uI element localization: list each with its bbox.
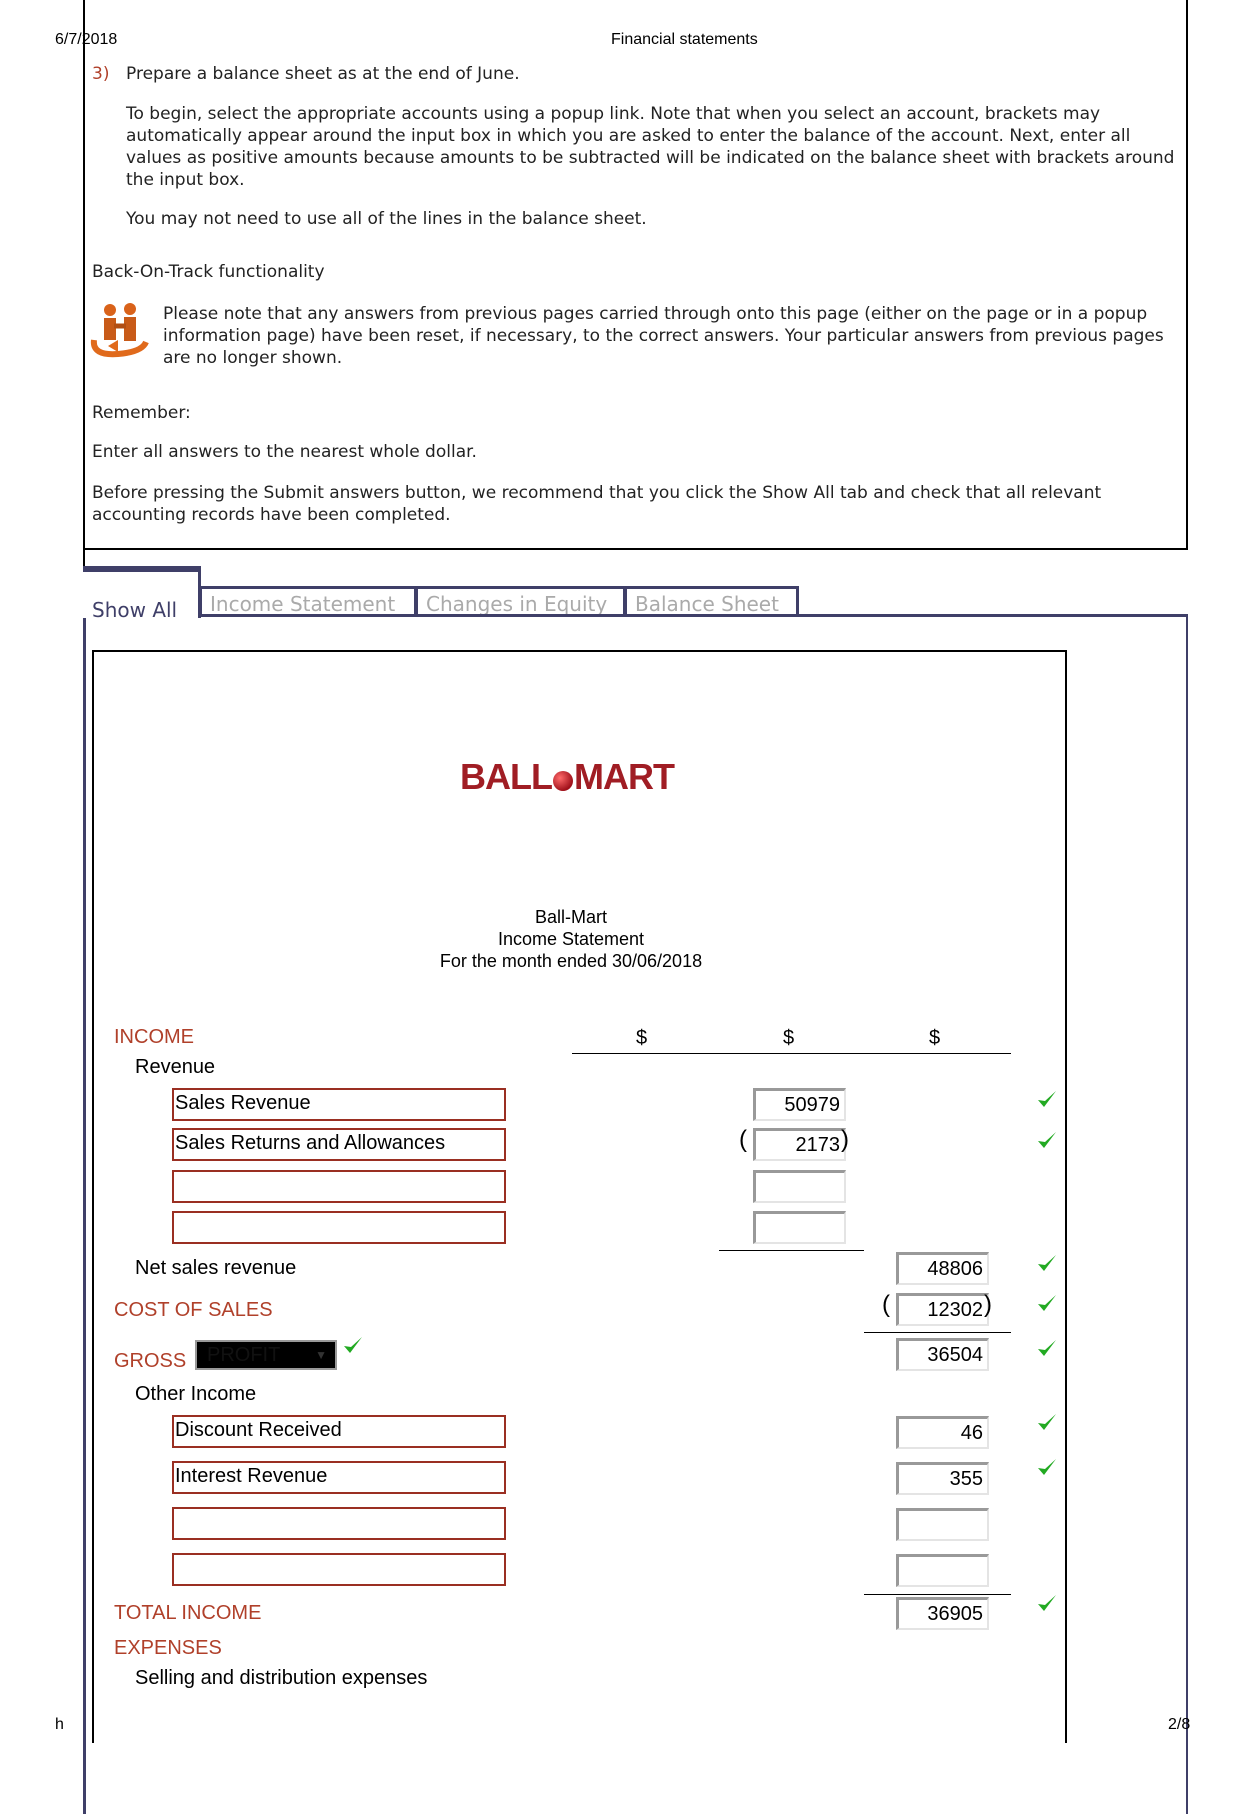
gross-type-select[interactable]: PROFIT ▼ <box>195 1340 337 1370</box>
back-on-track-title: Back-On-Track functionality <box>92 262 325 282</box>
dollar-header-3: $ <box>929 1027 941 1049</box>
open-bracket: ( <box>739 1126 747 1153</box>
revenue-heading: Revenue <box>135 1056 216 1078</box>
total-income-input[interactable]: 36905 <box>896 1597 989 1630</box>
print-footer-url: h <box>55 1716 64 1733</box>
close-bracket: ) <box>984 1291 992 1318</box>
instruction-para: To begin, select the appropriate account… <box>126 104 1175 190</box>
check-icon <box>1036 1129 1058 1151</box>
top-box-bottom-border <box>83 548 1188 550</box>
print-page-number: 2/8 <box>1168 1716 1191 1733</box>
gross-rule <box>864 1332 1011 1333</box>
selling-expenses-heading: Selling and distribution expenses <box>135 1667 428 1689</box>
check-icon <box>342 1334 364 1356</box>
rule-show-all: Before pressing the Submit answers butto… <box>92 483 1102 525</box>
top-box-right-border <box>1186 0 1188 550</box>
tab-label: Show All <box>92 598 178 622</box>
check-icon <box>1036 1411 1058 1433</box>
rule-whole-dollar: Enter all answers to the nearest whole d… <box>92 442 477 462</box>
tab-balance-sheet[interactable]: Balance Sheet <box>624 586 799 616</box>
empty-input[interactable] <box>896 1508 989 1541</box>
back-on-track-text: Please note that any answers from previo… <box>163 304 1164 368</box>
account-select-empty[interactable] <box>172 1170 506 1203</box>
dollar-header-1: $ <box>636 1027 648 1049</box>
account-select-discount-received[interactable]: Discount Received <box>172 1415 506 1448</box>
account-select-sales-returns[interactable]: Sales Returns and Allowances <box>172 1128 506 1161</box>
company-name: Ball-Mart <box>534 907 607 927</box>
tab-income-statement[interactable]: Income Statement <box>199 586 417 616</box>
question-task: Prepare a balance sheet as at the end of… <box>126 64 520 84</box>
expenses-heading: EXPENSES <box>114 1637 222 1659</box>
header-rule <box>572 1053 1011 1054</box>
check-icon <box>1036 1088 1058 1110</box>
total-rule <box>864 1594 1011 1595</box>
total-income-label: TOTAL INCOME <box>114 1602 262 1624</box>
gross-label: GROSS <box>114 1350 187 1372</box>
empty-input[interactable] <box>753 1211 846 1244</box>
income-heading: INCOME <box>114 1026 194 1048</box>
gross-profit-input[interactable]: 36504 <box>896 1338 989 1371</box>
handshake-icon <box>90 303 149 358</box>
tab-label: Balance Sheet <box>635 592 779 616</box>
gross-select-value: PROFIT <box>207 1344 281 1366</box>
cost-of-sales-input[interactable]: 12302 <box>896 1293 989 1326</box>
tab-show-all[interactable]: Show All <box>83 566 201 622</box>
sales-revenue-input[interactable]: 50979 <box>753 1088 846 1121</box>
interest-revenue-input[interactable]: 355 <box>896 1462 989 1495</box>
account-select-empty[interactable] <box>172 1507 506 1540</box>
open-bracket: ( <box>882 1291 890 1318</box>
subtotal-rule <box>719 1250 864 1251</box>
close-bracket: ) <box>841 1126 849 1153</box>
statement-name: Income Statement <box>497 929 645 949</box>
print-title: Financial statements <box>611 31 758 48</box>
tab-label: Income Statement <box>210 592 396 616</box>
check-icon <box>1036 1456 1058 1478</box>
sales-returns-input[interactable]: 2173 <box>753 1128 846 1161</box>
tab-changes-in-equity[interactable]: Changes in Equity <box>415 586 626 616</box>
statement-heading: Ball-Mart Income Statement For the month… <box>371 906 771 972</box>
empty-input[interactable] <box>896 1554 989 1587</box>
check-icon <box>1036 1592 1058 1614</box>
account-select-empty[interactable] <box>172 1211 506 1244</box>
discount-received-input[interactable]: 46 <box>896 1416 989 1449</box>
question-number: 3) <box>92 64 110 84</box>
empty-input[interactable] <box>753 1170 846 1203</box>
print-date: 6/7/2018 <box>55 31 118 48</box>
instruction-para-2: You may not need to use all of the lines… <box>126 209 647 229</box>
account-select-empty[interactable] <box>172 1553 506 1586</box>
account-select-interest-revenue[interactable]: Interest Revenue <box>172 1461 506 1494</box>
account-select-sales-revenue[interactable]: Sales Revenue <box>172 1088 506 1121</box>
other-income-heading: Other Income <box>135 1383 257 1405</box>
dollar-header-2: $ <box>783 1027 795 1049</box>
tab-label: Changes in Equity <box>426 592 608 616</box>
chevron-down-icon: ▼ <box>315 1348 327 1362</box>
ball-icon <box>552 771 573 791</box>
cost-of-sales-label: COST OF SALES <box>114 1299 273 1321</box>
net-sales-input[interactable]: 48806 <box>896 1252 989 1285</box>
check-icon <box>1036 1337 1058 1359</box>
check-icon <box>1036 1292 1058 1314</box>
net-sales-label: Net sales revenue <box>135 1257 297 1279</box>
remember-label: Remember: <box>92 403 191 423</box>
statement-period: For the month ended 30/06/2018 <box>439 951 703 971</box>
ballmart-logo: BALL MART <box>460 756 675 797</box>
check-icon <box>1036 1252 1058 1274</box>
